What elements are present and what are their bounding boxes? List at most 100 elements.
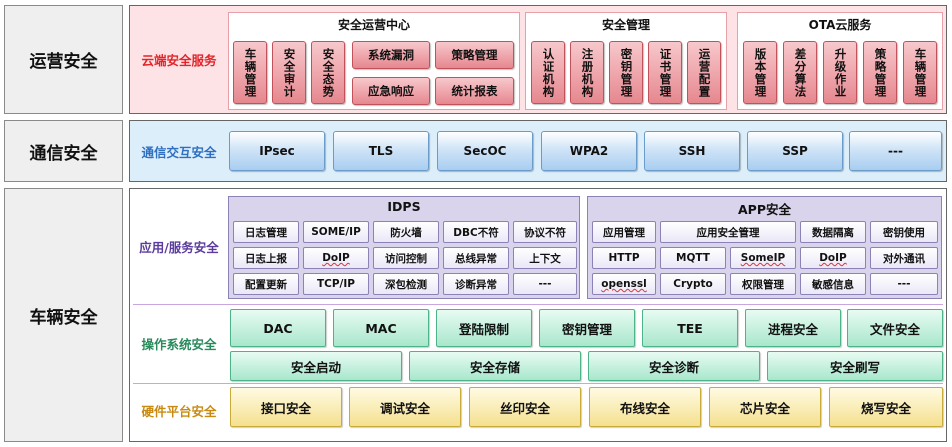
os-item: TEE: [642, 309, 738, 347]
group-title: IDPS: [387, 199, 421, 214]
vehicle-panel: 应用/服务安全 IDPS 日志管理 SOME/IP 防火墙 DBC不符 协议不符…: [129, 188, 947, 442]
appsec-item: 权限管理: [730, 273, 796, 295]
cloud-group-soc: 安全运营中心 车辆管理 安全审计 安全态势 系统漏洞 策略管理 应急响应 统计报…: [228, 12, 520, 110]
hw-category-label: 硬件平台安全: [141, 403, 217, 419]
idps-item: 防火墙: [373, 221, 439, 243]
idps-item: 日志管理: [233, 221, 299, 243]
idps-item: 上下文: [513, 247, 577, 269]
comm-item: ---: [849, 131, 942, 171]
group-title: OTA云服务: [808, 18, 872, 32]
idps-item: 配置更新: [233, 273, 299, 295]
cloud-item: 策略管理: [863, 41, 897, 104]
idps-item: 协议不符: [513, 221, 577, 243]
row-label-text: 车辆安全: [29, 307, 98, 328]
idps-item: 日志上报: [233, 247, 299, 269]
row-label-text: 通信安全: [29, 143, 98, 164]
appsec-item: 敏感信息: [800, 273, 866, 295]
cloud-item: 差分算法: [783, 41, 817, 104]
os-item: 密钥管理: [539, 309, 635, 347]
appsec-item-text: DoIP: [819, 252, 847, 264]
appsec-item: openssl: [592, 273, 656, 295]
group-title: APP安全: [738, 202, 791, 217]
os-item: 安全刷写: [767, 351, 943, 381]
appsec-item: 应用安全管理: [660, 221, 796, 243]
appsec-item-text: SomeIP: [740, 252, 786, 264]
appsec-item: SomeIP: [730, 247, 796, 269]
os-item: 登陆限制: [436, 309, 532, 347]
os-item: 文件安全: [847, 309, 943, 347]
cloud-group-mgmt: 安全管理 认证机构 注册机构 密钥管理 证书管理 运营配置: [525, 12, 727, 110]
appsec-item: MQTT: [660, 247, 726, 269]
os-item: 安全启动: [230, 351, 402, 381]
group-title: 安全运营中心: [337, 18, 410, 32]
app-category-label: 应用/服务安全: [139, 239, 219, 255]
cloud-item: 车辆管理: [233, 41, 267, 104]
os-item: 安全存储: [409, 351, 581, 381]
cloud-item: 系统漏洞: [352, 41, 430, 69]
divider: [133, 304, 943, 305]
idps-item: SOME/IP: [303, 221, 369, 243]
idps-item: DBC不符: [443, 221, 509, 243]
row-label-vehicle: 车辆安全: [4, 188, 123, 442]
cloud-item: 安全态势: [311, 41, 345, 104]
group-title: 安全管理: [601, 18, 650, 32]
os-item: MAC: [333, 309, 429, 347]
idps-item: 访问控制: [373, 247, 439, 269]
cloud-item: 版本管理: [743, 41, 777, 104]
idps-item: 诊断异常: [443, 273, 509, 295]
hw-item: 芯片安全: [709, 387, 821, 427]
comm-item: SSP: [747, 131, 843, 171]
comm-item: SSH: [644, 131, 740, 171]
row-label-ops: 运营安全: [4, 5, 123, 114]
row-label-text: 运营安全: [29, 52, 98, 72]
hw-item: 丝印安全: [469, 387, 581, 427]
os-category-label: 操作系统安全: [141, 336, 217, 352]
cloud-item: 车辆管理: [903, 41, 937, 104]
cloud-panel: 云端安全服务 安全运营中心 车辆管理 安全审计 安全态势 系统漏洞 策略管理 应…: [129, 5, 947, 114]
idps-item: ---: [513, 273, 577, 295]
comm-item: IPsec: [229, 131, 325, 171]
idps-item-text: DoIP: [322, 252, 350, 264]
appsec-item: DoIP: [800, 247, 866, 269]
hw-item: 接口安全: [230, 387, 342, 427]
row-label-comm: 通信安全: [4, 120, 123, 182]
cloud-item: 统计报表: [435, 77, 514, 105]
hw-item: 调试安全: [349, 387, 461, 427]
cloud-item: 运营配置: [687, 41, 721, 104]
idps-item: TCP/IP: [303, 273, 369, 295]
idps-item: DoIP: [303, 247, 369, 269]
os-item: 进程安全: [745, 309, 841, 347]
idps-item: 深包检测: [373, 273, 439, 295]
appsec-group: APP安全 应用管理 应用安全管理 数据隔离 密钥使用 HTTP MQTT So…: [587, 196, 942, 299]
cloud-item: 策略管理: [435, 41, 514, 69]
divider: [133, 383, 943, 384]
appsec-item: Crypto: [660, 273, 726, 295]
comm-item: SecOC: [437, 131, 533, 171]
appsec-item: HTTP: [592, 247, 656, 269]
appsec-item: 应用管理: [592, 221, 656, 243]
appsec-item: 对外通讯: [870, 247, 938, 269]
cloud-item: 安全审计: [272, 41, 306, 104]
idps-item: 总线异常: [443, 247, 509, 269]
cloud-item: 升级作业: [823, 41, 857, 104]
appsec-item-text: openssl: [601, 278, 647, 290]
cloud-item: 注册机构: [570, 41, 604, 104]
cloud-item: 认证机构: [531, 41, 565, 104]
os-item: DAC: [230, 309, 326, 347]
cloud-category-label: 云端安全服务: [141, 53, 217, 68]
cloud-item: 证书管理: [648, 41, 682, 104]
cloud-item: 应急响应: [352, 77, 430, 105]
appsec-item: 数据隔离: [800, 221, 866, 243]
cloud-group-ota: OTA云服务 版本管理 差分算法 升级作业 策略管理 车辆管理: [737, 12, 943, 110]
os-item: 安全诊断: [588, 351, 760, 381]
cloud-item: 密钥管理: [609, 41, 643, 104]
idps-group: IDPS 日志管理 SOME/IP 防火墙 DBC不符 协议不符 日志上报 Do…: [228, 196, 580, 299]
hw-item: 布线安全: [589, 387, 701, 427]
appsec-item: ---: [870, 273, 938, 295]
hw-item: 烧写安全: [829, 387, 943, 427]
comm-panel: 通信交互安全 IPsec TLS SecOC WPA2 SSH SSP ---: [129, 120, 947, 182]
comm-item: WPA2: [541, 131, 637, 171]
comm-item: TLS: [333, 131, 429, 171]
appsec-item: 密钥使用: [870, 221, 938, 243]
comm-category-label: 通信交互安全: [141, 144, 217, 160]
